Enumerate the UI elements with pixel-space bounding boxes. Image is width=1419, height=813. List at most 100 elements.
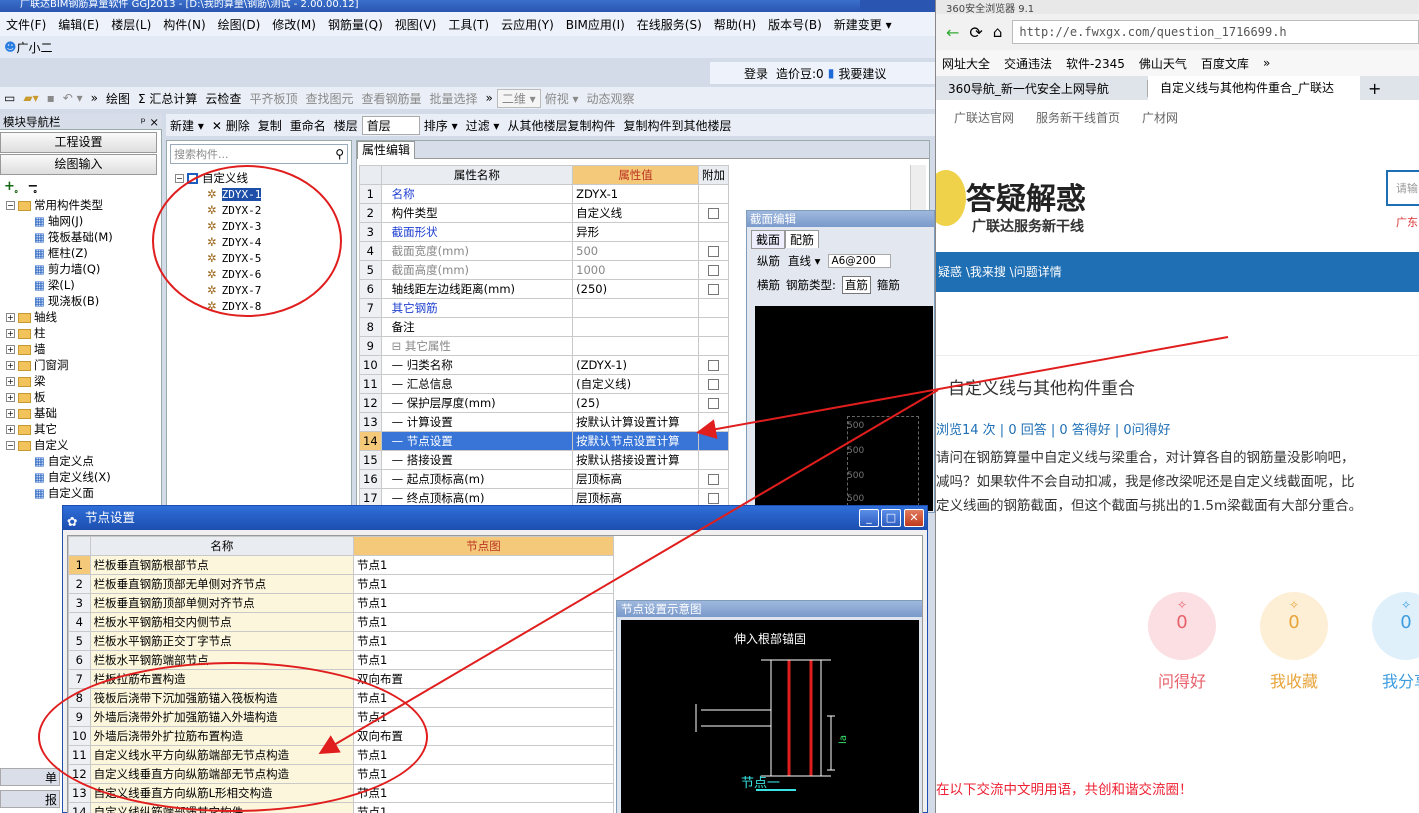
menu-item[interactable]: BIM应用(I) [560, 16, 631, 33]
more-icon[interactable]: » [87, 91, 102, 105]
node-value[interactable]: 节点1 [353, 650, 614, 670]
copy-from-floor-button[interactable]: 从其他楼层复制构件 [503, 117, 619, 134]
tab-360-nav[interactable]: 360导航_新一代安全上网导航 [936, 79, 1148, 97]
nav-tree-item[interactable]: + 梁 [6, 373, 161, 389]
suggest-link[interactable]: 我要建议 [834, 65, 890, 82]
nav-tree-item[interactable]: + 基础 [6, 405, 161, 421]
rebar-spec-input[interactable]: A6@200 [828, 254, 891, 268]
node-row[interactable]: 5 栏板水平钢筋正交丁字节点 节点1 [68, 631, 614, 651]
new-component-button[interactable]: 新建 ▾ [166, 117, 208, 134]
action-circle[interactable]: ✧ 0 [1260, 592, 1328, 660]
property-value[interactable]: ZDYX-1 [572, 184, 699, 204]
expand-toggle-icon[interactable]: − [6, 441, 15, 450]
menu-item[interactable]: 云应用(Y) [495, 16, 560, 33]
property-row[interactable]: 8 备注 [359, 317, 730, 337]
node-row[interactable]: 1 栏板垂直钢筋根部节点 节点1 [68, 555, 614, 575]
property-value[interactable]: (25) [572, 393, 699, 413]
expand-toggle-icon[interactable]: + [6, 377, 15, 386]
link-glodon[interactable]: 广联达官网 [954, 109, 1014, 126]
action-circle[interactable]: ✧ 0 [1148, 592, 1216, 660]
bookmark-item[interactable]: 软件-2345 [1066, 55, 1125, 72]
menu-item[interactable]: 修改(M) [266, 16, 322, 33]
search-icon[interactable]: ⚲ [335, 147, 347, 161]
copy-to-floor-button[interactable]: 复制构件到其他楼层 [619, 117, 735, 134]
expand-toggle-icon[interactable]: + [6, 393, 15, 402]
menu-item[interactable]: 楼层(L) [105, 16, 157, 33]
tab-section[interactable]: 截面 [751, 229, 786, 249]
property-row[interactable]: 1 名称 ZDYX-1 [359, 184, 730, 204]
node-value[interactable]: 节点1 [353, 802, 614, 813]
straight-rebar-button[interactable]: 直筋 [841, 276, 871, 294]
node-value[interactable]: 节点1 [353, 612, 614, 632]
expand-toggle-icon[interactable]: + [6, 409, 15, 418]
question-action[interactable]: ✧0 我分享 [1370, 592, 1419, 692]
extra-checkbox[interactable] [707, 379, 719, 390]
tool-align[interactable]: 平齐板顶 [245, 90, 301, 107]
delete-component-button[interactable]: ✕ 删除 [208, 117, 254, 134]
extra-checkbox[interactable] [707, 398, 719, 409]
node-value[interactable]: 节点1 [353, 555, 614, 575]
line-type-select[interactable]: 直线 ▾ [788, 253, 820, 269]
expand-toggle-icon[interactable]: + [6, 425, 15, 434]
property-value[interactable]: 500 [572, 241, 699, 261]
nav-tree-item[interactable]: − 常用构件类型 [6, 197, 161, 213]
expand-all-icon[interactable]: + ̥ [4, 179, 19, 194]
nav-tree-item[interactable]: + 门窗洞 [6, 357, 161, 373]
more-icon-2[interactable]: » [482, 91, 497, 105]
tab-rebar[interactable]: 配筋 [785, 230, 820, 248]
nav-tree-item[interactable]: ▦ 自定义点 [6, 453, 161, 469]
minimize-button[interactable]: _ [859, 509, 879, 527]
property-row[interactable]: 10— 归类名称 (ZDYX-1) [359, 355, 730, 375]
nav-tree-item[interactable]: + 轴线 [6, 309, 161, 325]
extra-checkbox[interactable] [707, 493, 719, 504]
menu-item[interactable]: 视图(V) [389, 16, 443, 33]
expand-toggle-icon[interactable]: + [6, 361, 15, 370]
menu-item[interactable]: 新建变更 ▾ [828, 16, 898, 33]
property-row[interactable]: 13— 计算设置 按默认计算设置计算 [359, 412, 730, 432]
menu-item[interactable]: 编辑(E) [52, 16, 105, 33]
rename-component-button[interactable]: 重命名 [286, 117, 330, 134]
close-button[interactable]: ✕ [904, 509, 924, 527]
nav-tree-item[interactable]: ▦ 梁(L) [6, 277, 161, 293]
view-top-select[interactable]: 俯视 ▾ [541, 90, 583, 107]
nav-tree-item[interactable]: + 板 [6, 389, 161, 405]
nav-tree-item[interactable]: ▦ 自定义面 [6, 485, 161, 501]
maximize-button[interactable]: □ [881, 509, 901, 527]
view-mode-select[interactable]: 二维 ▾ [496, 88, 541, 108]
property-row[interactable]: 11— 汇总信息 (自定义线) [359, 374, 730, 394]
home-icon[interactable]: ⌂ [993, 23, 1003, 41]
bookmark-item[interactable]: 交通违法 [1004, 55, 1052, 72]
tool-sum[interactable]: Σ 汇总计算 [134, 90, 201, 107]
node-value[interactable]: 双向布置 [353, 669, 614, 689]
node-value[interactable]: 节点1 [353, 783, 614, 803]
tool-view-rebar[interactable]: 查看钢筋量 [357, 90, 425, 107]
open-file-icon[interactable]: ▰▾ [19, 91, 42, 105]
floor-select[interactable]: 首层 [361, 115, 420, 135]
node-row[interactable]: 3 栏板垂直钢筋顶部单侧对齐节点 节点1 [68, 593, 614, 613]
nav-tree-item[interactable]: − 自定义 [6, 437, 161, 453]
property-value[interactable]: 层顶标高 [572, 469, 699, 489]
section-canvas[interactable]: 500 500 500 500 [755, 306, 933, 511]
bookmark-item[interactable]: » [1263, 56, 1270, 70]
menu-item[interactable]: 文件(F) [0, 16, 52, 33]
property-value[interactable]: 按默认计算设置计算 [572, 412, 699, 432]
stirrup-button[interactable]: 箍筋 [877, 277, 900, 293]
menu-item[interactable]: 工具(T) [442, 16, 495, 33]
property-row[interactable]: 5 截面高度(mm) 1000 [359, 260, 730, 280]
project-settings-button[interactable]: 工程设置 [0, 132, 157, 153]
property-value[interactable]: (250) [572, 279, 699, 299]
property-row[interactable]: 14— 节点设置 按默认节点设置计算 [359, 431, 730, 451]
nav-tree-item[interactable]: ▦ 现浇板(B) [6, 293, 161, 309]
question-action[interactable]: ✧ 0 问得好 [1146, 592, 1218, 692]
property-row[interactable]: 7 其它钢筋 [359, 298, 730, 318]
node-value[interactable]: 节点1 [353, 631, 614, 651]
property-value[interactable]: 自定义线 [572, 203, 699, 223]
new-file-icon[interactable]: ▭ [0, 91, 19, 105]
property-row[interactable]: 6 轴线距左边线距离(mm) (250) [359, 279, 730, 299]
tool-dynamic-view[interactable]: 动态观察 [583, 90, 639, 107]
component-search[interactable]: 搜索构件... ⚲ [170, 144, 348, 164]
bookmark-item[interactable]: 百度文库 [1201, 55, 1249, 72]
property-value[interactable]: 按默认搭接设置计算 [572, 450, 699, 470]
expand-toggle-icon[interactable]: + [6, 313, 15, 322]
property-row[interactable]: 2 构件类型 自定义线 [359, 203, 730, 223]
